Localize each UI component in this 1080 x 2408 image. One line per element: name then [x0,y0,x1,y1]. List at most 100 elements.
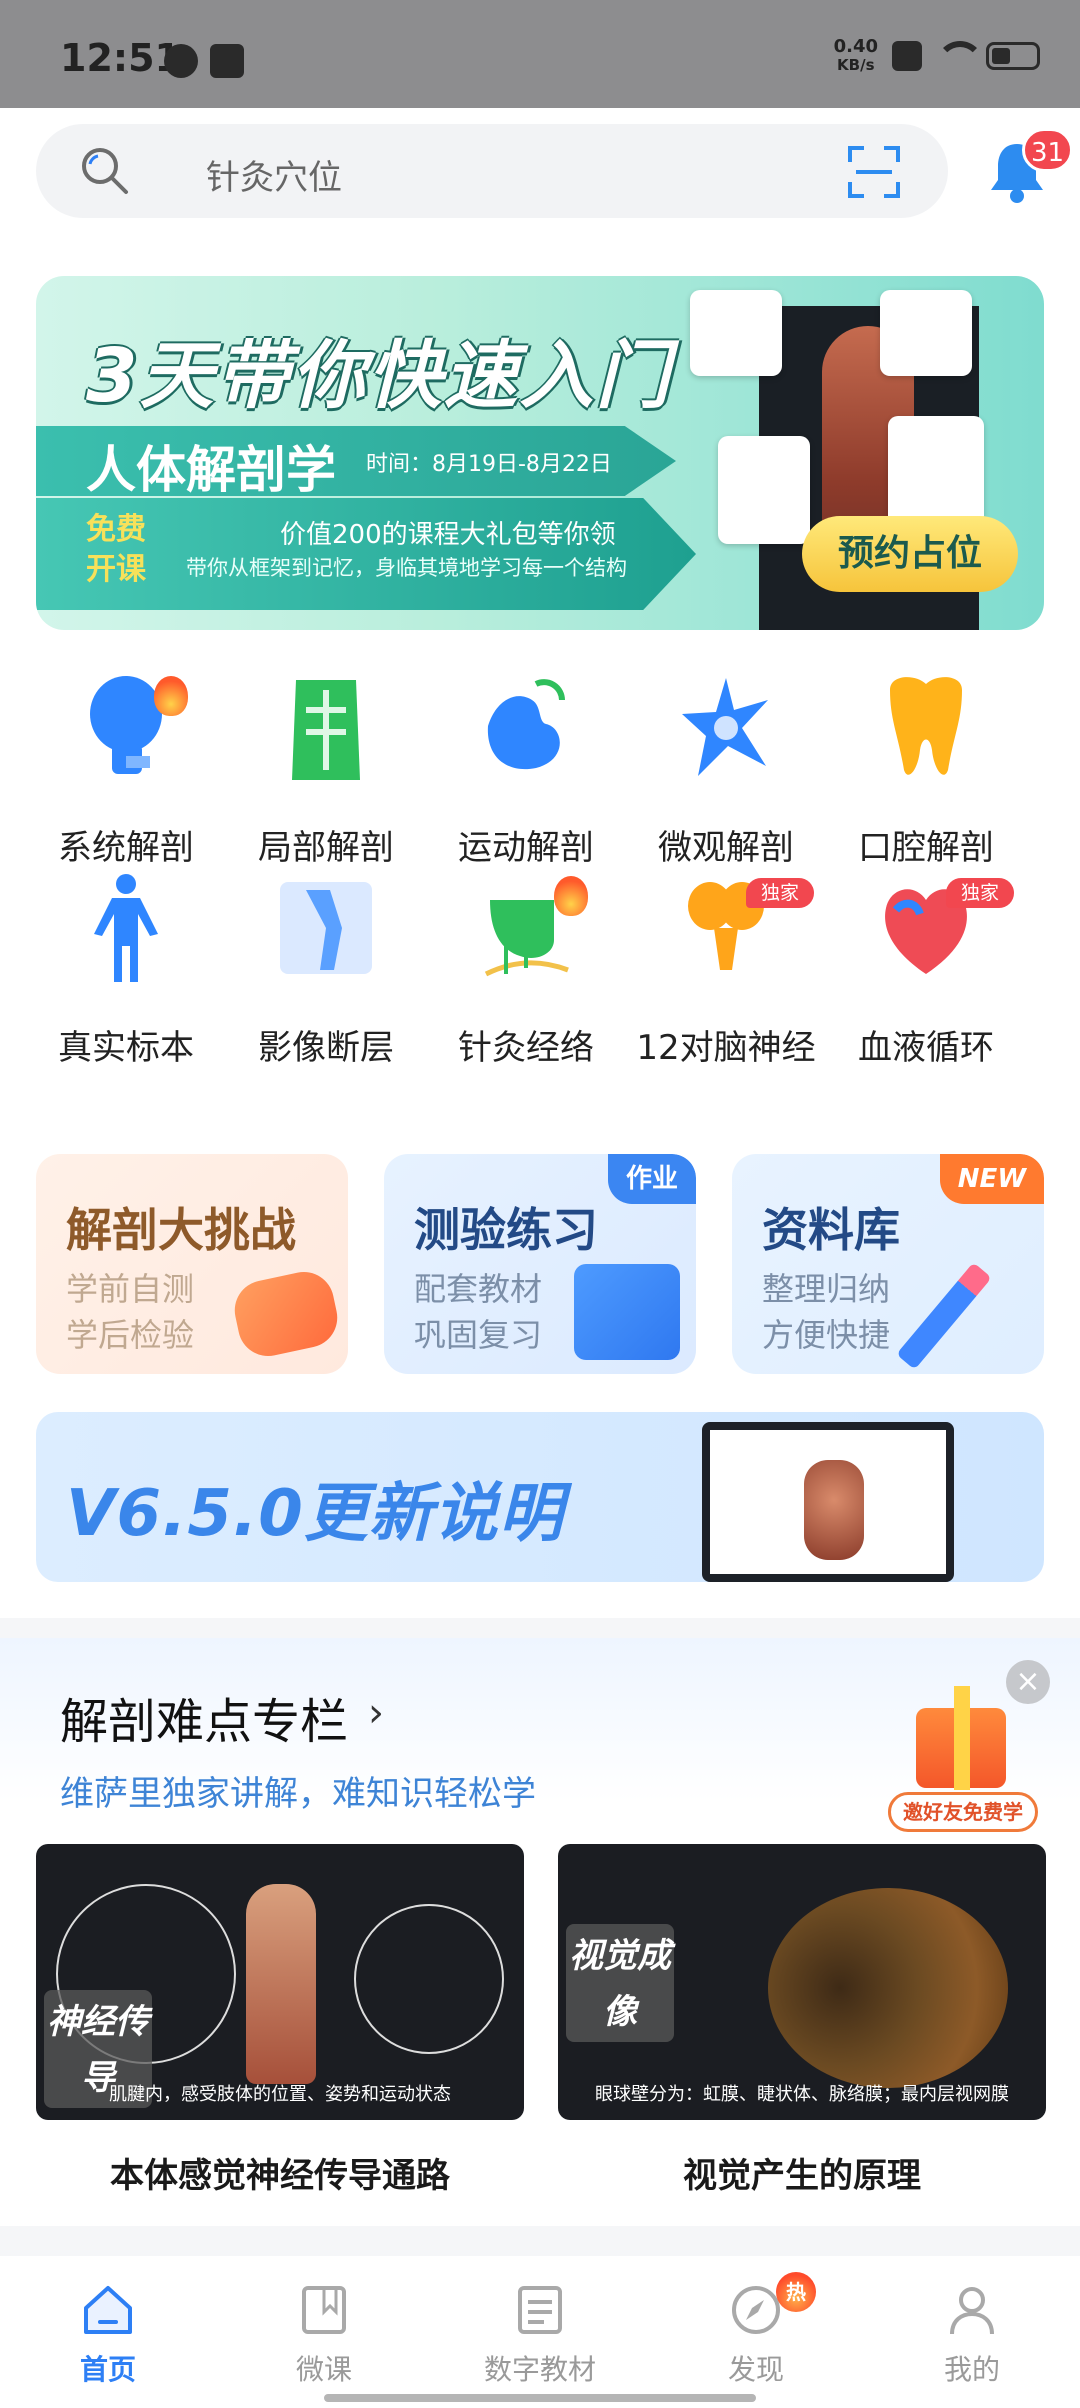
video-title[interactable]: 视觉产生的原理 [558,2148,1046,2197]
card-line1: 配套教材 [414,1270,543,1308]
category-label: 口腔解剖 [858,828,994,868]
spine-image [804,1460,864,1560]
category-label: 12对脑神经 [636,1028,816,1068]
home-icon [84,2286,132,2334]
gamepad-icon [229,1266,343,1362]
new-tag: NEW [939,1154,1044,1204]
status-time: 12:51 [60,36,181,80]
card-title: 资料库 [762,1203,900,1257]
exclusive-badge: 独家 [746,878,814,908]
textbook-icon [518,2286,562,2334]
banner-subject: 人体解剖学 [86,441,336,499]
book-icon [302,2286,346,2334]
banner-date: 时间：8月19日-8月22日 [366,452,612,477]
special-column-section: 解剖难点专栏 › 维萨里独家讲解，难知识轻松学 × 邀好友免费学 神经传导 肌腱… [0,1638,1080,2226]
video-caption: 肌腱内，感受肢体的位置、姿势和运动状态 [109,2084,451,2105]
hot-badge: 热 [776,2272,816,2312]
section-title[interactable]: 解剖难点专栏 [60,1682,348,1752]
homework-tag: 作业 [607,1154,696,1204]
search-placeholder[interactable]: 针灸穴位 [206,150,342,199]
sim-off-icon [892,41,922,71]
bottom-divider [0,2226,1080,2256]
card-title: 测验练习 [414,1203,598,1257]
card-title: 解剖大挑战 [66,1203,296,1257]
eyeball-image [768,1888,1008,2088]
video-title[interactable]: 本体感觉神经传导通路 [36,2148,524,2197]
video-card-proprioception[interactable]: 神经传导 肌腱内，感受肢体的位置、姿势和运动状态 [36,1844,524,2120]
chevron-right-icon[interactable]: › [368,1690,384,1736]
nav-tab-digital-textbook[interactable]: 数字教材 [432,2282,648,2392]
category-item-imaging[interactable]: 影像断层 [236,870,416,1070]
nav-tab-home[interactable]: 首页 [0,2282,216,2392]
hot-flame-icon [554,876,588,916]
video-caption: 眼球壁分为：虹膜、睫状体、脉络膜；最内层视网膜 [595,2084,1009,2105]
checklist-book-icon [574,1264,680,1360]
category-label: 局部解剖 [258,828,394,868]
anatomy-body-image [246,1884,316,2084]
category-item-circulation[interactable]: 独家 血液循环 [836,870,1016,1070]
wifi-icon [936,41,984,71]
nav-label: 首页 [79,2353,136,2386]
category-item-system-anatomy[interactable]: 系统解剖 [36,670,216,870]
nav-label: 数字教材 [483,2353,596,2386]
search-box[interactable]: 针灸穴位 [36,124,948,218]
section-subtitle: 维萨里独家讲解，难知识轻松学 [60,1774,536,1814]
anatomy-challenge-card[interactable]: 解剖大挑战 学前自测 学后检验 [36,1154,348,1374]
nav-tab-profile[interactable]: 我的 [864,2282,1080,2392]
home-indicator [324,2394,756,2402]
card-line2: 巩固复习 [414,1316,543,1354]
banner-headline: 3天带你快速入门 [86,333,672,419]
scan-icon[interactable] [846,144,902,200]
zoom-circle [354,1904,504,2054]
neuron-cell-icon [682,678,768,776]
category-item-cranial-nerves[interactable]: 独家 12对脑神经 [636,870,816,1070]
category-label: 影像断层 [258,1028,394,1068]
card-line1: 学前自测 [66,1270,195,1308]
nav-label: 微课 [295,2353,352,2386]
notification-badge: 31 [1022,128,1074,172]
category-item-micro-anatomy[interactable]: 微观解剖 [636,670,816,870]
section-divider [0,1618,1080,1638]
video-tag: 视觉成像 [566,1924,674,2042]
xray-knee-icon [280,882,372,974]
banner-line2: 带你从框架到记忆，身临其境地学习每一个结构 [186,556,627,580]
pencil-icon [896,1262,992,1370]
update-screenshot [702,1422,954,1582]
video-card-vision[interactable]: 视觉成像 眼球壁分为：虹膜、睫状体、脉络膜；最内层视网膜 [558,1844,1046,2120]
category-label: 运动解剖 [458,828,594,868]
gift-ribbon [954,1686,970,1790]
banner-shoulder-thumb [690,290,782,376]
invite-friends-gift[interactable]: 邀好友免费学 [888,1668,1038,1838]
hot-flame-icon [154,676,188,716]
promo-banner[interactable]: 3天带你快速入门 人体解剖学 时间：8月19日-8月22日 免费开课 价值200… [36,276,1044,630]
category-label: 针灸经络 [458,1028,594,1068]
card-line2: 方便快捷 [762,1316,891,1354]
nav-tab-micro-course[interactable]: 微课 [216,2282,432,2392]
nav-tab-discover[interactable]: 热 发现 [648,2272,864,2392]
card-line1: 整理归纳 [762,1270,891,1308]
net-speed-unit: KB/s [837,56,875,74]
reserve-button[interactable]: 预约占位 [802,516,1018,592]
exclusive-badge: 独家 [946,878,1014,908]
torso-icon [292,680,360,780]
muscle-arm-icon [487,679,565,770]
user-icon [950,2287,994,2335]
category-label: 血液循环 [858,1028,994,1068]
category-item-regional-anatomy[interactable]: 局部解剖 [236,670,416,870]
category-item-oral-anatomy[interactable]: 口腔解剖 [836,670,1016,870]
net-speed-value: 0.40 [833,36,878,57]
category-item-acupuncture[interactable]: 针灸经络 [436,870,616,1070]
banner-heart-thumb [888,416,984,526]
category-item-motion-anatomy[interactable]: 运动解剖 [436,670,616,870]
bottom-nav: 首页 微课 数字教材 热 发现 我的 [0,2256,1080,2408]
quiz-practice-card[interactable]: 作业 测验练习 配套教材 巩固复习 [384,1154,696,1374]
banner-line1: 价值200的课程大礼包等你领 [280,520,616,550]
app-notification-icon [210,44,244,78]
banner-free-label: 免费开课 [86,512,146,587]
resource-library-card[interactable]: NEW 资料库 整理归纳 方便快捷 [732,1154,1044,1374]
category-item-real-specimen[interactable]: 真实标本 [36,870,216,1070]
status-right: 0.40 KB/s [834,38,1040,74]
update-notes-banner[interactable]: V6.5.0更新说明 [36,1412,1044,1582]
update-notes-title: V6.5.0更新说明 [66,1477,564,1551]
banner-body-thumb [880,290,972,376]
